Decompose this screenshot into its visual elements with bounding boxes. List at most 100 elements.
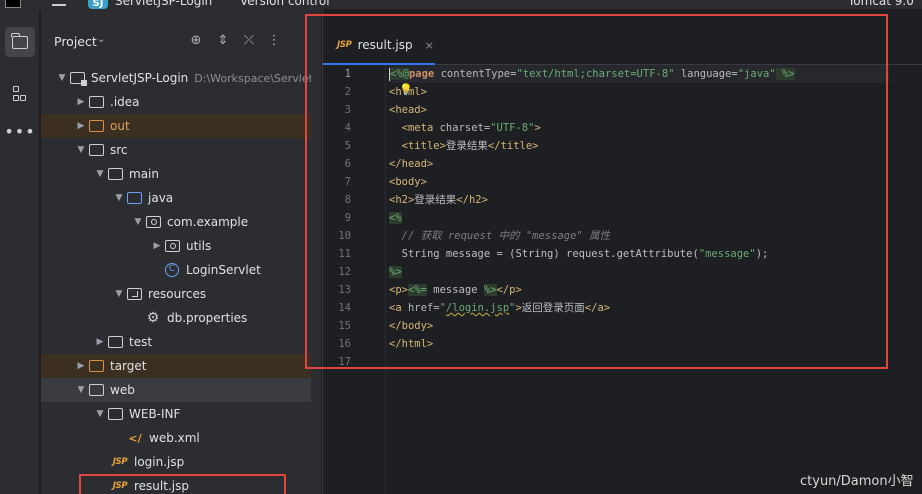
code-line-4[interactable]: <meta charset="UTF-8"> (389, 119, 541, 137)
line-number[interactable]: 7 (323, 176, 351, 188)
java-class-icon: C (165, 263, 179, 277)
tree-item-java[interactable]: ▼ java (41, 186, 311, 210)
code-line-15[interactable]: </body> (389, 317, 433, 335)
line-number[interactable]: 8 (323, 194, 351, 206)
tab-result-jsp[interactable]: JSP result.jsp × (323, 27, 435, 65)
more-tools-button[interactable]: ••• (4, 117, 35, 147)
expand-all-icon[interactable]: ⇕ (215, 33, 231, 48)
chevron-down-icon[interactable]: ▼ (112, 193, 126, 203)
project-tool-button[interactable] (5, 27, 35, 57)
chevron-right-icon[interactable]: ▶ (74, 97, 88, 107)
code-line-9[interactable]: <% (389, 209, 402, 227)
code-line-10[interactable]: // 获取 request 中的 "message" 属性 (389, 227, 610, 245)
tree-item-test[interactable]: ▶ test (41, 330, 311, 354)
project-name[interactable]: ServletJSP-Login (115, 0, 212, 8)
tree-item-servletjsp-login[interactable]: ▼ ServletJSP-Login D:\Workspace\Servlet … (41, 66, 311, 90)
line-number[interactable]: 15 (323, 320, 351, 332)
folder-icon (11, 32, 28, 49)
code-line-2[interactable]: <html> (389, 83, 427, 101)
tree-item-com-example[interactable]: ▼ com.example (41, 210, 311, 234)
line-number[interactable]: 17 (323, 356, 351, 368)
line-number[interactable]: 14 (323, 302, 351, 314)
code-line-11[interactable]: String message = (String) request.getAtt… (389, 245, 769, 263)
code-line-5[interactable]: <title>登录结果</title> (389, 137, 539, 155)
excluded-folder-icon (88, 360, 104, 372)
version-control-menu[interactable]: Version control (240, 0, 330, 8)
code-editor[interactable]: 💡 <%@page contentType="text/html;charset… (389, 65, 922, 494)
chevron-down-icon[interactable]: ▼ (93, 409, 107, 419)
collapse-all-icon[interactable]: ⤫ (241, 33, 257, 48)
line-number[interactable]: 2 (323, 86, 351, 98)
chevron-down-icon[interactable]: ⌄ (97, 34, 105, 45)
line-number[interactable]: 5 (323, 140, 351, 152)
locate-icon[interactable]: ⊕ (188, 33, 204, 48)
folder-icon (88, 96, 104, 108)
chevron-down-icon[interactable]: ▼ (112, 289, 126, 299)
close-icon[interactable]: × (425, 39, 434, 52)
project-badge[interactable]: SJ (88, 0, 108, 9)
code-line-6[interactable]: </head> (389, 155, 433, 173)
code-token: %> (389, 266, 402, 278)
tree-item-result-jsp[interactable]: JSP result.jsp (41, 474, 311, 494)
tree-item-main[interactable]: ▼ main (41, 162, 311, 186)
tree-item-loginservlet[interactable]: C LoginServlet (41, 258, 311, 282)
tree-item-src[interactable]: ▼ src (41, 138, 311, 162)
run-configuration[interactable]: Tomcat 9.0 (848, 0, 914, 8)
tree-item-idea[interactable]: ▶ .idea (41, 90, 311, 114)
line-number[interactable]: 3 (323, 104, 351, 116)
code-token[interactable]: /login.jsp (446, 302, 509, 314)
hamburger-menu-icon[interactable] (52, 0, 66, 6)
tree-item-login-jsp[interactable]: JSP login.jsp (41, 450, 311, 474)
chevron-down-icon[interactable]: ▼ (131, 217, 145, 227)
jetbrains-logo-icon (5, 0, 21, 8)
line-number[interactable]: 16 (323, 338, 351, 350)
project-panel-title[interactable]: Project (54, 34, 97, 49)
project-panel-header: Project ⌄ ⊕ ⇕ ⤫ ⋮ (41, 31, 321, 53)
tree-item-target[interactable]: ▶ target (41, 354, 311, 378)
chevron-down-icon[interactable]: ▼ (93, 169, 107, 179)
code-line-3[interactable]: <head> (389, 101, 427, 119)
folder-icon (107, 336, 123, 348)
line-number[interactable]: 4 (323, 122, 351, 134)
code-line-8[interactable]: <h2>登录结果</h2> (389, 191, 488, 209)
tree-item-out[interactable]: ▶ out (41, 114, 311, 138)
code-line-14[interactable]: <a href="/login.jsp">返回登录页面</a> (389, 299, 610, 317)
chevron-right-icon[interactable]: ▶ (150, 241, 164, 251)
tree-item-web[interactable]: ▼ web (41, 378, 311, 402)
chevron-right-icon[interactable]: ▶ (74, 361, 88, 371)
structure-icon (13, 86, 27, 102)
tree-item-path: D:\Workspace\Servlet JSP (194, 71, 311, 85)
code-token: </h2> (456, 194, 488, 206)
folder-icon (88, 144, 104, 156)
structure-tool-button[interactable] (5, 79, 35, 109)
code-line-7[interactable]: <body> (389, 173, 427, 191)
line-number[interactable]: 13 (323, 284, 351, 296)
tree-item-db-properties[interactable]: ⚙ db.properties (41, 306, 311, 330)
code-line-1[interactable]: <%@page contentType="text/html;charset=U… (389, 65, 889, 83)
tree-item-utils[interactable]: ▶ utils (41, 234, 311, 258)
options-icon[interactable]: ⋮ (266, 33, 282, 48)
code-token: <body> (389, 176, 427, 188)
code-token: "text/html;charset=UTF-8" (516, 68, 675, 80)
line-number[interactable]: 6 (323, 158, 351, 170)
chevron-down-icon[interactable]: ▼ (55, 73, 69, 83)
chevron-down-icon[interactable]: ▼ (74, 385, 88, 395)
code-token: <html> (389, 86, 427, 98)
code-line-13[interactable]: <p><%= message %></p> (389, 281, 522, 299)
line-number[interactable]: 9 (323, 212, 351, 224)
chevron-right-icon[interactable]: ▶ (93, 337, 107, 347)
code-line-12[interactable]: %> (389, 263, 402, 281)
line-number[interactable]: 11 (323, 248, 351, 260)
tree-item-label: resources (148, 287, 207, 301)
line-number[interactable]: 1 (323, 68, 351, 80)
tree-item-resources[interactable]: ▼ resources (41, 282, 311, 306)
line-number[interactable]: 10 (323, 230, 351, 242)
chevron-right-icon[interactable]: ▶ (74, 121, 88, 131)
tree-item-web-xml[interactable]: </ web.xml (41, 426, 311, 450)
line-number-gutter: 1 2 3 4 5 6 7 8 9 10 11 12 13 14 15 16 17 (323, 65, 385, 494)
code-line-16[interactable]: </html> (389, 335, 433, 353)
tree-item-web-inf[interactable]: ▼ WEB-INF (41, 402, 311, 426)
line-number[interactable]: 12 (323, 266, 351, 278)
chevron-down-icon[interactable]: ▼ (74, 145, 88, 155)
code-token: <a (389, 302, 402, 314)
